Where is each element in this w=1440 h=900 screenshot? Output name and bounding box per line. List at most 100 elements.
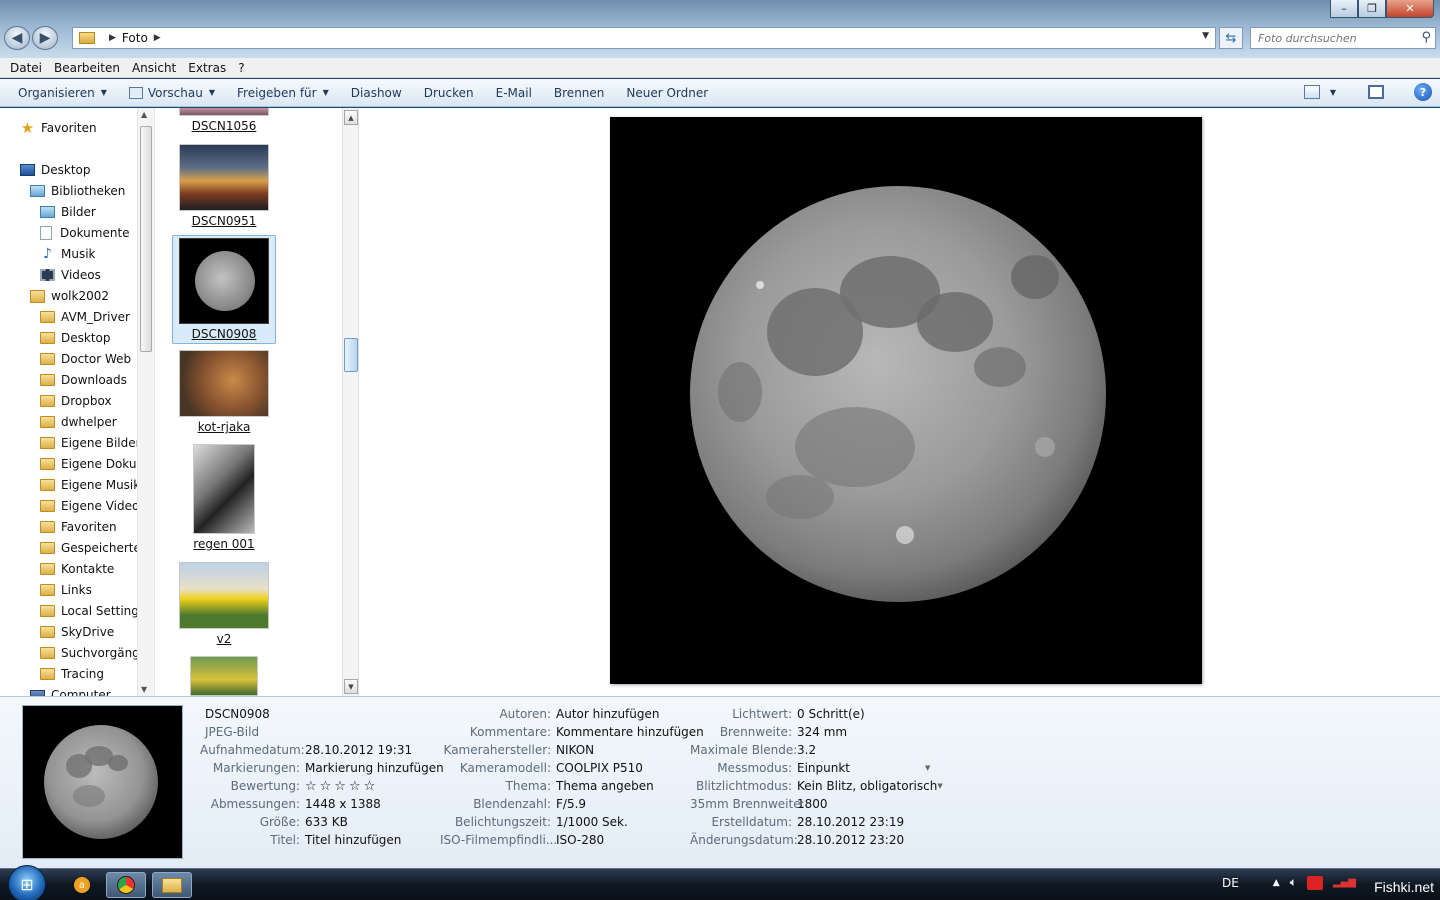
nav-folder[interactable]: Eigene Dokum [40, 454, 148, 474]
preview-pane-icon[interactable] [1368, 85, 1384, 99]
show-hidden-icons-icon[interactable]: ▲ [1273, 878, 1280, 888]
metering-select[interactable]: Einpunkt [797, 761, 921, 775]
nav-folder[interactable]: Downloads [40, 370, 127, 390]
file-item[interactable]: kot-rjaka [172, 350, 276, 434]
nav-folder[interactable]: Gespeicherte S [40, 538, 152, 558]
details-value[interactable]: 324 mm [797, 725, 847, 739]
new-folder-button[interactable]: Neuer Ordner [618, 86, 716, 100]
network-icon[interactable]: ▂▄▆ [1333, 877, 1356, 888]
refresh-button[interactable]: ⇆ [1219, 27, 1243, 49]
comments-field[interactable]: Kommentare hinzufügen [556, 725, 704, 739]
organize-button[interactable]: Organisieren ▼ [10, 86, 115, 100]
address-dropdown-icon[interactable]: ▼ [1202, 31, 1209, 41]
breadcrumb-chevron-icon[interactable]: ▶ [154, 33, 161, 43]
search-icon[interactable]: ⚲ [1421, 30, 1431, 45]
nav-folder[interactable]: Eigene Bilder [40, 433, 141, 453]
details-value[interactable]: 1800 [797, 797, 828, 811]
file-list-scrollbar[interactable]: ▲ ▼ [342, 108, 359, 696]
nav-scrollbar[interactable]: ▲ ▼ [137, 108, 154, 696]
title-field[interactable]: Titel hinzufügen [305, 833, 401, 847]
nav-scrollbar-thumb[interactable] [140, 126, 152, 352]
nav-folder[interactable]: Eigene Musik [40, 475, 140, 495]
maximize-button[interactable]: ❐ [1358, 0, 1386, 18]
taskbar-app-explorer[interactable] [152, 872, 192, 898]
nav-folder[interactable]: AVM_Driver [40, 307, 130, 327]
taskbar-app-chrome[interactable] [106, 872, 146, 898]
details-value[interactable]: 1/1000 Sek. [556, 815, 628, 829]
slideshow-button[interactable]: Diashow [343, 86, 410, 100]
dropdown-arrow-icon[interactable]: ▼ [937, 782, 942, 790]
taskbar-app-avast[interactable]: a [62, 872, 102, 898]
file-item[interactable]: regen 001 [172, 444, 276, 551]
flash-select[interactable]: Kein Blitz, obligatorisch [797, 779, 937, 793]
print-button[interactable]: Drucken [416, 86, 482, 100]
nav-bilder[interactable]: Bilder [40, 202, 96, 222]
file-item[interactable]: DSCN0951 [172, 144, 276, 228]
view-dropdown-icon[interactable]: ▼ [1330, 88, 1336, 97]
change-view-icon[interactable] [1303, 85, 1320, 99]
search-input[interactable] [1258, 31, 1408, 45]
back-button[interactable]: ◀ [4, 26, 30, 50]
file-item[interactable]: v2 [172, 562, 276, 646]
file-item[interactable] [172, 656, 276, 696]
nav-dokumente[interactable]: Dokumente [40, 223, 130, 243]
nav-computer[interactable]: Computer [30, 685, 111, 696]
nav-user[interactable]: wolk2002 [30, 286, 109, 306]
nav-folder[interactable]: Desktop [40, 328, 111, 348]
share-button[interactable]: Freigeben für ▼ [229, 86, 337, 100]
nav-folder[interactable]: Kontakte [40, 559, 114, 579]
preview-button[interactable]: Vorschau ▼ [121, 86, 223, 100]
details-value[interactable]: NIKON [556, 743, 594, 757]
nav-folder[interactable]: Links [40, 580, 92, 600]
subject-field[interactable]: Thema angeben [556, 779, 654, 793]
email-button[interactable]: E-Mail [488, 86, 540, 100]
menu-help[interactable]: ? [232, 61, 250, 75]
menu-datei[interactable]: Datei [4, 61, 48, 75]
nav-desktop[interactable]: Desktop [20, 160, 91, 180]
forward-button[interactable]: ▶ [32, 26, 58, 50]
details-value[interactable]: 28.10.2012 23:19 [797, 815, 904, 829]
start-button[interactable]: ⊞ [8, 865, 46, 900]
nav-libraries[interactable]: Bibliotheken [30, 181, 125, 201]
details-value[interactable]: 0 Schritt(e) [797, 707, 865, 721]
nav-folder[interactable]: SkyDrive [40, 622, 114, 642]
nav-folder[interactable]: Dropbox [40, 391, 112, 411]
details-value[interactable]: ISO-280 [556, 833, 604, 847]
menu-bearbeiten[interactable]: Bearbeiten [48, 61, 126, 75]
details-value[interactable]: COOLPIX P510 [556, 761, 643, 775]
nav-folder[interactable]: Eigene Videos [40, 496, 146, 516]
scroll-up-icon[interactable]: ▲ [141, 110, 147, 119]
security-app-icon[interactable] [1306, 875, 1323, 890]
rating-stars-icon[interactable]: ☆☆☆☆☆ [305, 779, 378, 794]
nav-folder[interactable]: Local Settings [40, 601, 145, 621]
file-item-selected[interactable]: DSCN0908 [172, 235, 276, 344]
minimize-button[interactable]: – [1330, 0, 1358, 18]
close-button[interactable]: ✕ [1386, 0, 1434, 18]
search-box[interactable]: ⚲ [1250, 27, 1436, 49]
address-bar[interactable]: ▶ Foto ▶ ▼ [72, 27, 1216, 49]
details-value[interactable]: 28.10.2012 23:20 [797, 833, 904, 847]
file-item[interactable]: DSCN1056 [172, 108, 276, 133]
authors-field[interactable]: Autor hinzufügen [556, 707, 660, 721]
scroll-down-icon[interactable]: ▼ [141, 685, 147, 694]
breadcrumb-foto[interactable]: Foto [122, 31, 148, 45]
scroll-up-button[interactable]: ▲ [344, 110, 358, 125]
nav-folder[interactable]: Favoriten [40, 517, 117, 537]
nav-folder[interactable]: dwhelper [40, 412, 117, 432]
menu-ansicht[interactable]: Ansicht [126, 61, 182, 75]
volume-icon[interactable]: 🔈︎ [1290, 875, 1297, 890]
scroll-down-button[interactable]: ▼ [344, 679, 358, 694]
nav-folder[interactable]: Tracing [40, 664, 104, 684]
details-value[interactable]: 3.2 [797, 743, 816, 757]
nav-folder[interactable]: Doctor Web [40, 349, 131, 369]
burn-button[interactable]: Brennen [546, 86, 612, 100]
nav-musik[interactable]: ♪ Musik [40, 244, 95, 264]
nav-folder[interactable]: Suchvorgänge [40, 643, 147, 663]
nav-videos[interactable]: Videos [40, 265, 101, 285]
language-indicator[interactable]: DE [1222, 876, 1239, 890]
help-icon[interactable]: ? [1414, 83, 1432, 101]
file-list-scrollbar-thumb[interactable] [344, 338, 358, 372]
tags-field[interactable]: Markierung hinzufügen [305, 761, 444, 775]
nav-favorites[interactable]: ★ Favoriten [20, 118, 97, 138]
menu-extras[interactable]: Extras [182, 61, 232, 75]
